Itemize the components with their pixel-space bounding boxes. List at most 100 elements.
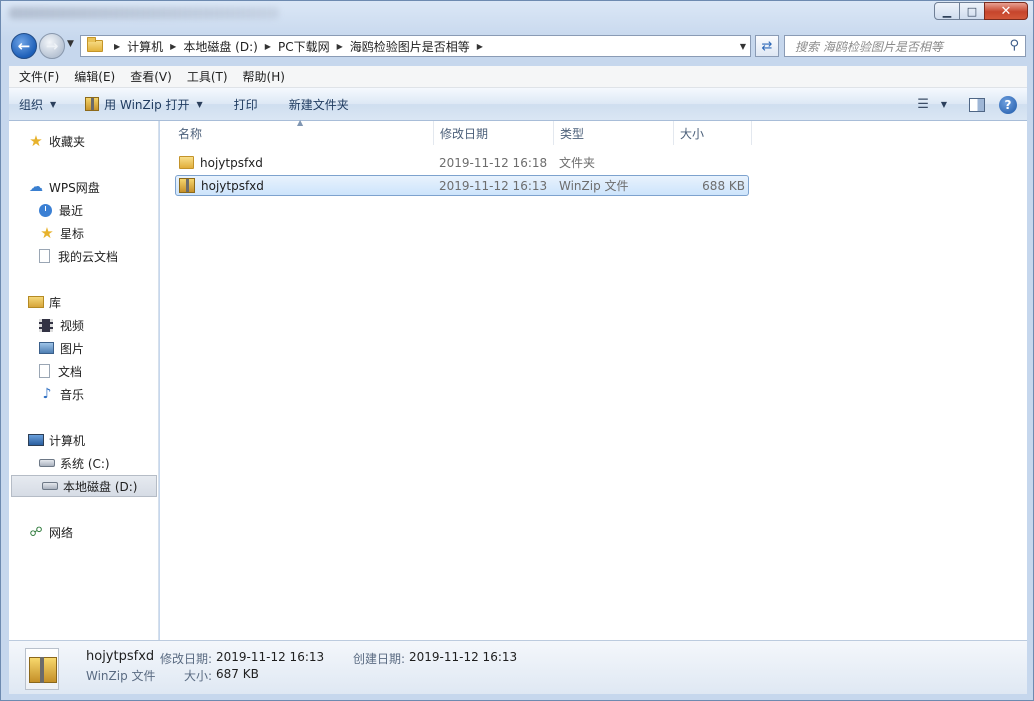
nav-drive-d[interactable]: 本地磁盘 (D:)	[11, 475, 157, 497]
minimize-button[interactable]: ▁	[934, 2, 960, 20]
nav-label: 星标	[60, 226, 85, 241]
breadcrumb-local-disk-d[interactable]: 本地磁盘 (D:)	[183, 38, 257, 55]
details-modified-value: 2019-11-12 16:13	[216, 650, 325, 664]
refresh-button[interactable]: ⇄	[755, 35, 779, 57]
hard-drive-icon	[42, 482, 58, 490]
help-icon[interactable]: ?	[999, 95, 1017, 114]
nav-videos[interactable]: 视频	[9, 314, 159, 336]
breadcrumb-computer[interactable]: 计算机	[127, 38, 163, 55]
nav-label: 文档	[58, 364, 83, 379]
nav-label: 音乐	[60, 387, 85, 402]
details-pane: hojytpsfxd WinZip 文件 修改日期: 2019-11-12 16…	[9, 640, 1027, 694]
menu-view[interactable]: 查看(V)	[120, 68, 177, 85]
winzip-file-icon	[179, 178, 195, 193]
open-with-winzip-button[interactable]: 用 WinZip 打开 ▼	[65, 88, 212, 121]
nav-music[interactable]: ♪ 音乐	[9, 383, 159, 405]
nav-computer[interactable]: 计算机	[9, 429, 159, 451]
window-controls: ▁ □ ✕	[934, 2, 1028, 20]
search-placeholder: 搜索 海鸥检验图片是否相等	[795, 39, 943, 54]
chevron-right-icon[interactable]: ▶	[265, 42, 271, 51]
column-header-label: 大小	[680, 126, 705, 141]
refresh-icon: ⇄	[761, 38, 773, 54]
nav-wps-cloud[interactable]: ☁ WPS网盘	[9, 176, 159, 198]
file-name-cell: hojytpsfxd	[179, 153, 419, 172]
menu-edit[interactable]: 编辑(E)	[64, 68, 120, 85]
arrow-left-icon: ←	[17, 37, 31, 55]
view-options-icon[interactable]: ☰	[917, 97, 929, 112]
chevron-right-icon[interactable]: ▶	[477, 42, 483, 51]
breadcrumb-current-folder[interactable]: 海鸥检验图片是否相等	[350, 38, 470, 55]
search-icon[interactable]: ⚲	[1009, 38, 1019, 53]
column-header-label: 修改日期	[440, 126, 489, 141]
nav-starred[interactable]: ★ 星标	[9, 222, 159, 244]
recent-pages-dropdown[interactable]: ▼	[67, 39, 74, 49]
file-size: 688 KB	[702, 178, 745, 193]
picture-icon	[39, 342, 54, 354]
system-drive-icon	[39, 459, 55, 467]
nav-pictures[interactable]: 图片	[9, 337, 159, 359]
column-header-label: 类型	[560, 126, 585, 141]
explorer-window: ▁ □ ✕ ← → ▼ ▶ 计算机 ▶ 本地磁盘 (D:) ▶ PC下载网 ▶ …	[0, 0, 1034, 701]
back-button[interactable]: ←	[11, 33, 37, 59]
address-bar[interactable]: ▶ 计算机 ▶ 本地磁盘 (D:) ▶ PC下载网 ▶ 海鸥检验图片是否相等 ▶…	[80, 35, 751, 57]
file-modified: 2019-11-12 16:13	[439, 178, 548, 193]
print-button[interactable]: 打印	[212, 88, 267, 121]
folder-icon	[87, 37, 103, 52]
chevron-down-icon[interactable]: ▼	[941, 100, 947, 109]
file-row-winzip[interactable]: hojytpsfxd 2019-11-12 16:13 WinZip 文件 68…	[175, 175, 749, 196]
details-modified-label: 修改日期:	[160, 652, 213, 666]
file-name-cell: hojytpsfxd	[179, 176, 419, 195]
details-created-label: 创建日期:	[353, 652, 406, 666]
document-icon	[39, 249, 50, 263]
nav-label: 图片	[60, 341, 85, 356]
chevron-right-icon[interactable]: ▶	[337, 42, 343, 51]
details-file-type: WinZip 文件	[86, 669, 156, 683]
column-header-modified[interactable]: 修改日期	[434, 121, 554, 145]
document-icon	[39, 364, 50, 378]
menu-help[interactable]: 帮助(H)	[233, 68, 290, 85]
new-folder-label: 新建文件夹	[288, 97, 349, 112]
menu-file[interactable]: 文件(F)	[9, 68, 64, 85]
chevron-down-icon: ▼	[50, 99, 57, 109]
chevron-right-icon[interactable]: ▶	[114, 42, 120, 51]
address-dropdown-icon[interactable]: ▼	[740, 42, 746, 51]
column-header-size[interactable]: 大小	[674, 121, 752, 145]
cloud-icon: ☁	[29, 179, 43, 195]
details-size-label: 大小:	[184, 669, 213, 683]
maximize-icon: □	[966, 4, 978, 18]
nav-network[interactable]: ☍ 网络	[9, 521, 159, 543]
nav-library[interactable]: 库	[9, 291, 159, 313]
minimize-icon: ▁	[942, 4, 952, 18]
file-type: WinZip 文件	[559, 179, 629, 193]
title-bar: ▁ □ ✕	[1, 1, 1033, 29]
music-note-icon: ♪	[42, 386, 52, 402]
nav-label: 库	[49, 295, 62, 310]
nav-drive-c[interactable]: 系统 (C:)	[9, 452, 159, 474]
library-icon	[28, 296, 44, 308]
file-name: hojytpsfxd	[201, 178, 264, 193]
command-bar: 组织 ▼ 用 WinZip 打开 ▼ 打印 新建文件夹 ☰ ▼ ?	[9, 88, 1027, 121]
search-input[interactable]: 搜索 海鸥检验图片是否相等 ⚲	[784, 35, 1026, 57]
nav-favorites[interactable]: ★ 收藏夹	[9, 130, 159, 152]
chevron-right-icon[interactable]: ▶	[170, 42, 176, 51]
column-header-type[interactable]: 类型	[554, 121, 674, 145]
forward-button[interactable]: →	[39, 33, 65, 59]
breadcrumb-pc-download[interactable]: PC下载网	[278, 38, 330, 55]
film-icon	[39, 318, 53, 332]
details-created-value: 2019-11-12 16:13	[409, 650, 518, 664]
nav-label: 网络	[49, 525, 74, 540]
navigation-pane: ★ 收藏夹 ☁ WPS网盘 最近 ★ 星标 我的云文档 库 视频 图片 文档 ♪…	[9, 121, 159, 640]
organize-button[interactable]: 组织 ▼	[9, 88, 65, 121]
file-row-folder[interactable]: hojytpsfxd 2019-11-12 16:18 文件夹	[175, 153, 749, 174]
nav-documents[interactable]: 文档	[9, 360, 159, 382]
nav-recent[interactable]: 最近	[9, 199, 159, 221]
chevron-down-icon: ▼	[196, 99, 203, 109]
new-folder-button[interactable]: 新建文件夹	[267, 88, 358, 121]
toolbar-right: ☰ ▼ ?	[917, 88, 1017, 121]
maximize-button[interactable]: □	[959, 2, 985, 20]
menu-tools[interactable]: 工具(T)	[177, 68, 233, 85]
close-button[interactable]: ✕	[984, 2, 1028, 20]
nav-my-cloud-docs[interactable]: 我的云文档	[9, 245, 159, 267]
column-header-name[interactable]: 名称	[172, 121, 434, 145]
preview-pane-icon[interactable]	[969, 97, 985, 112]
